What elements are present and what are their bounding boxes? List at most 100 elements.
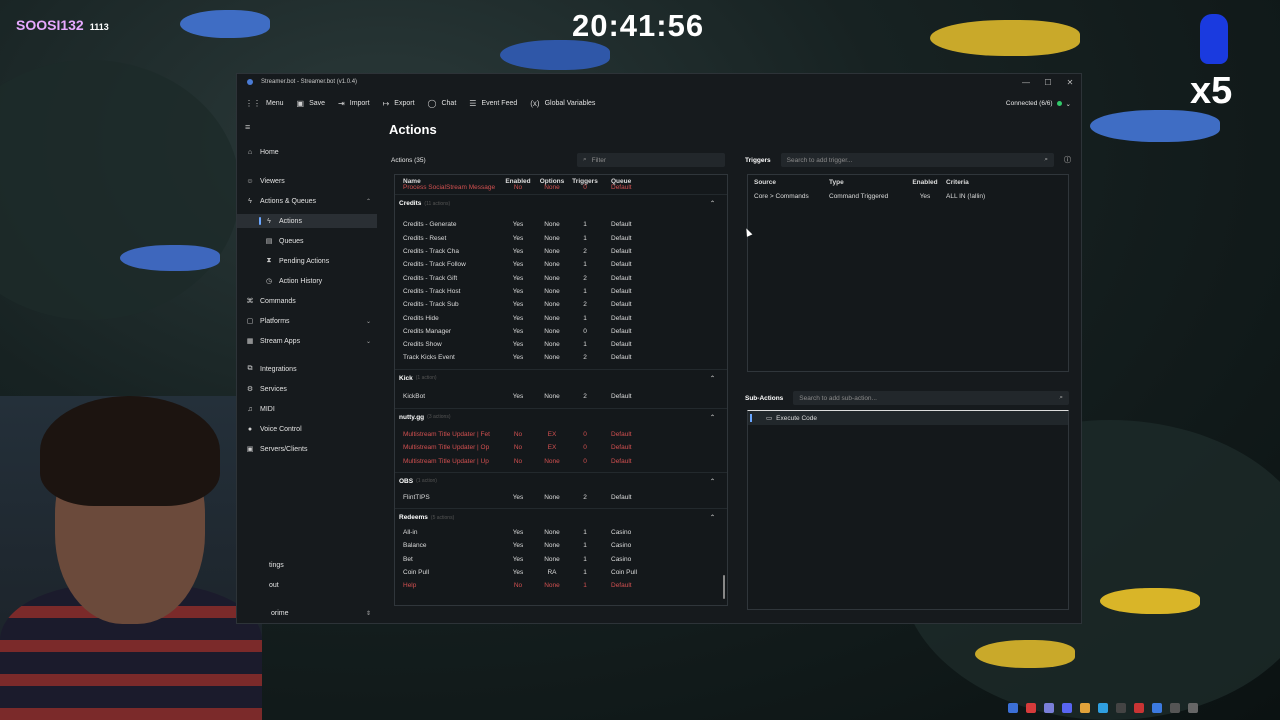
table-row[interactable]: Credits - Generate Yes None 1 Default	[395, 218, 727, 231]
group-header-redeems[interactable]: Redeems (5 actions) ⌃	[395, 508, 727, 526]
sidebar-item-viewers[interactable]: ☺ Viewers	[237, 174, 377, 188]
tray-app-icon[interactable]	[1116, 703, 1126, 713]
chevron-up-icon[interactable]: ⌃	[710, 514, 715, 521]
trigger-search-input[interactable]: Search to add trigger... ⌕	[780, 153, 1054, 167]
sidebar-item-platforms[interactable]: ▢ Platforms ⌄	[237, 314, 377, 328]
subaction-item[interactable]: ▭ Execute Code	[748, 411, 1068, 425]
column-header-type[interactable]: Type	[829, 179, 909, 186]
column-header-enabled[interactable]: Enabled	[909, 179, 941, 186]
table-row[interactable]: Credits Manager Yes None 0 Default	[395, 325, 727, 338]
sidebar-item-label: tings	[269, 561, 284, 569]
triggers-label: Triggers	[745, 156, 771, 164]
cell-enabled: Yes	[512, 274, 524, 282]
table-row[interactable]: Multistream Title Updater | Up No None 0 Def…	[395, 454, 727, 467]
maximize-icon[interactable]: ☐	[1037, 78, 1059, 87]
table-row[interactable]: Coin Pull Yes RA 1 Coin Pull	[395, 566, 727, 579]
tray-app-icon[interactable]	[1170, 703, 1180, 713]
group-header-obs[interactable]: OBS (1 action) ⌃	[395, 471, 727, 490]
event-feed-button[interactable]: ☰ Event Feed	[469, 99, 517, 108]
sidebar-item-home[interactable]: ⌂ Home	[237, 145, 377, 159]
chevron-up-icon[interactable]: ⌃	[710, 414, 715, 421]
table-row[interactable]: Multistream Title Updater | Fet No EX 0 Defa…	[395, 428, 727, 441]
sidebar-item-integrations[interactable]: ⧉ Integrations	[237, 362, 377, 376]
sidebar-item-about[interactable]: out	[237, 578, 377, 592]
table-row[interactable]: Multistream Title Updater | Op No EX 0 Defau…	[395, 441, 727, 454]
info-icon[interactable]: ⓘ	[1064, 155, 1071, 165]
page-title: Actions	[389, 122, 437, 137]
chevron-up-icon[interactable]: ⌃	[710, 375, 715, 382]
table-row[interactable]: Credits Show Yes None 1 Default	[395, 338, 727, 351]
global-variables-label: Global Variables	[544, 100, 596, 107]
sidebar-item-supporters[interactable]: orime ⇕	[237, 606, 377, 620]
hamburger-icon[interactable]: ≡	[245, 122, 250, 132]
trigger-row[interactable]: Core > Commands Command Triggered Yes AL…	[748, 189, 1068, 203]
sidebar-item-settings[interactable]: tings	[237, 558, 377, 572]
cell-triggers: 1	[583, 261, 587, 269]
sidebar-item-commands[interactable]: ⌘ Commands	[237, 294, 377, 308]
sidebar-item-servers-clients[interactable]: ▣ Servers/Clients	[237, 442, 377, 456]
table-row[interactable]: Help No None 1 Default	[395, 579, 727, 592]
scrollbar[interactable]	[723, 575, 725, 599]
import-button[interactable]: ⇥ Import	[338, 99, 370, 108]
sidebar-item-queues[interactable]: ▤ Queues	[237, 234, 377, 248]
table-row[interactable]: Bet Yes None 1 Casino	[395, 553, 727, 566]
save-button[interactable]: ▣ Save	[297, 99, 326, 108]
tray-app-icon[interactable]	[1188, 703, 1198, 713]
cell-enabled: No	[513, 457, 523, 465]
chat-button[interactable]: ◯ Chat	[428, 99, 457, 108]
sidebar-item-action-history[interactable]: ◷ Action History	[237, 274, 377, 288]
tray-app-icon[interactable]	[1026, 703, 1036, 713]
background-fish	[500, 40, 610, 70]
table-row[interactable]: Credits - Track Sub Yes None 2 Default	[395, 298, 727, 311]
cell-name: KickBot	[403, 392, 426, 400]
column-header-criteria[interactable]: Criteria	[941, 179, 1061, 186]
table-row[interactable]: Credits - Track Follow Yes None 1 Default	[395, 258, 727, 271]
global-variables-button[interactable]: (x) Global Variables	[530, 99, 595, 108]
column-header-source[interactable]: Source	[754, 179, 829, 186]
tray-app-icon[interactable]	[1062, 703, 1072, 713]
table-row[interactable]: Track Kicks Event Yes None 2 Default	[395, 351, 727, 364]
table-row[interactable]: FlintTIPS Yes None 2 Default	[395, 491, 727, 504]
sidebar-item-actions-queues[interactable]: ϟ Actions & Queues ⌃	[237, 194, 377, 208]
table-row[interactable]: Balance Yes None 1 Casino	[395, 539, 727, 552]
sidebar-item-midi[interactable]: ♫ MIDI	[237, 402, 377, 416]
connection-status[interactable]: Connected (6/6) ⌄	[1006, 100, 1071, 108]
sidebar-item-actions[interactable]: ϟ Actions	[237, 214, 377, 228]
table-row[interactable]: Credits - Track Host Yes None 1 Default	[395, 285, 727, 298]
tray-app-icon[interactable]	[1098, 703, 1108, 713]
table-row[interactable]: Credits - Track Cha Yes None 2 Default	[395, 245, 727, 258]
chevron-up-icon[interactable]: ⌃	[710, 478, 715, 485]
sidebar-item-stream-apps[interactable]: ▦ Stream Apps ⌄	[237, 334, 377, 348]
group-header-nutty[interactable]: nutty.gg (3 actions) ⌃	[395, 407, 727, 426]
table-row[interactable]: Credits - Reset Yes None 1 Default	[395, 232, 727, 245]
cell-triggers: 2	[583, 392, 587, 400]
cell-enabled: Yes	[512, 221, 524, 229]
minimize-icon[interactable]: —	[1015, 78, 1037, 87]
tray-app-icon[interactable]	[1044, 703, 1054, 713]
sidebar-item-services[interactable]: ⚙ Services	[237, 382, 377, 396]
close-icon[interactable]: ✕	[1059, 78, 1081, 87]
tray-app-icon[interactable]	[1134, 703, 1144, 713]
export-button[interactable]: ↦ Export	[383, 99, 415, 108]
sidebar-item-voice-control[interactable]: ● Voice Control	[237, 422, 377, 436]
cell-options: None	[544, 542, 560, 550]
table-row[interactable]: KickBot Yes None 2 Default	[395, 390, 727, 403]
group-header-credits[interactable]: Credits (11 actions) ⌃	[395, 194, 727, 212]
menu-button[interactable]: ⋮⋮ Menu	[245, 99, 284, 108]
tray-app-icon[interactable]	[1080, 703, 1090, 713]
table-row[interactable]: All-in Yes None 1 Casino	[395, 526, 727, 539]
subaction-search-input[interactable]: Search to add sub-action... ⌕	[793, 391, 1069, 405]
actions-count-label: Actions (35)	[391, 156, 426, 164]
tray-app-icon[interactable]	[1152, 703, 1162, 713]
sidebar-item-pending-actions[interactable]: ⧗ Pending Actions	[237, 254, 377, 268]
home-icon: ⌂	[247, 148, 253, 156]
table-row[interactable]: Credits Hide Yes None 1 Default	[395, 311, 727, 324]
save-icon: ▣	[296, 99, 305, 108]
group-header-kick[interactable]: Kick (1 action) ⌃	[395, 368, 727, 387]
table-row[interactable]: Credits - Track Gift Yes None 2 Default	[395, 271, 727, 284]
filter-input[interactable]: ⌕ Filter	[577, 153, 725, 167]
tray-app-icon[interactable]	[1008, 703, 1018, 713]
chevron-up-icon[interactable]: ⌃	[710, 200, 715, 207]
cell-name: Coin Pull	[403, 569, 430, 577]
cell-queue: Default	[611, 582, 632, 590]
